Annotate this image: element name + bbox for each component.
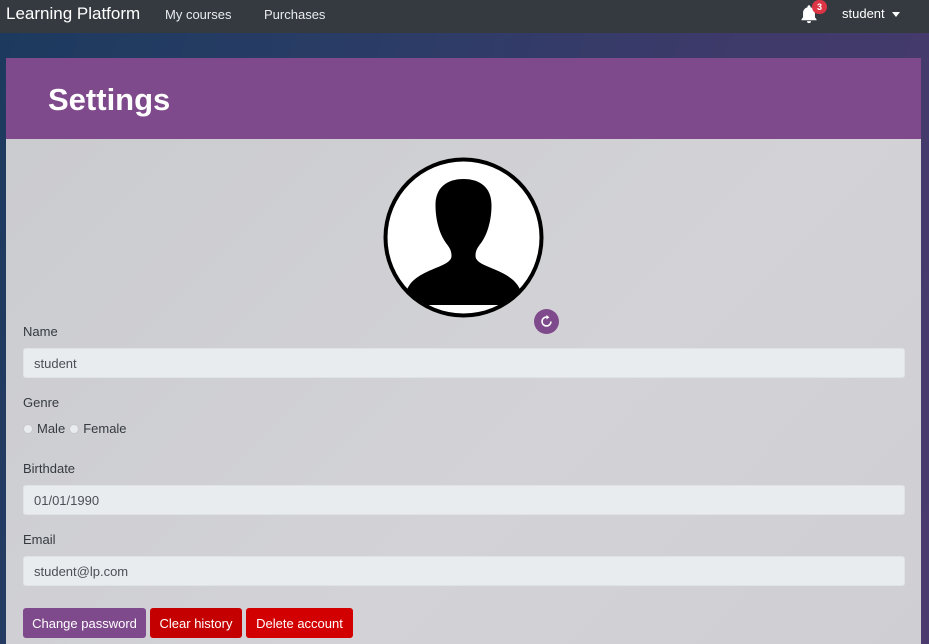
clear-history-button[interactable]: Clear history [150, 608, 242, 638]
settings-header: Settings [6, 58, 921, 139]
top-navbar: Learning Platform My courses Purchases 3… [0, 0, 929, 33]
male-radio-label[interactable]: Male [37, 421, 65, 436]
delete-account-button[interactable]: Delete account [246, 608, 353, 638]
female-radio[interactable] [69, 423, 80, 434]
user-menu-dropdown[interactable]: student [842, 6, 900, 21]
nav-purchases[interactable]: Purchases [264, 7, 325, 22]
notification-badge: 3 [812, 0, 827, 14]
name-label: Name [23, 324, 58, 339]
email-input[interactable] [23, 556, 905, 586]
user-menu-label: student [842, 6, 885, 21]
name-input[interactable] [23, 348, 905, 378]
birthdate-input[interactable] [23, 485, 905, 515]
brand-link[interactable]: Learning Platform [6, 4, 140, 24]
change-password-button[interactable]: Change password [23, 608, 146, 638]
genre-radio-group: Male Female [23, 421, 131, 436]
rotate-icon [541, 315, 552, 327]
page-title: Settings [48, 82, 171, 117]
male-radio[interactable] [23, 423, 33, 434]
reset-avatar-button[interactable] [534, 309, 559, 334]
settings-card: Settings Name Genre Male Female Birthdat… [6, 58, 921, 644]
genre-label: Genre [23, 395, 60, 410]
female-radio-label[interactable]: Female [83, 421, 126, 436]
birthdate-label: Birthdate [23, 461, 76, 476]
email-label: Email [23, 532, 56, 547]
nav-my-courses[interactable]: My courses [165, 7, 231, 22]
user-silhouette-icon[interactable] [381, 155, 546, 320]
caret-down-icon [891, 12, 900, 18]
